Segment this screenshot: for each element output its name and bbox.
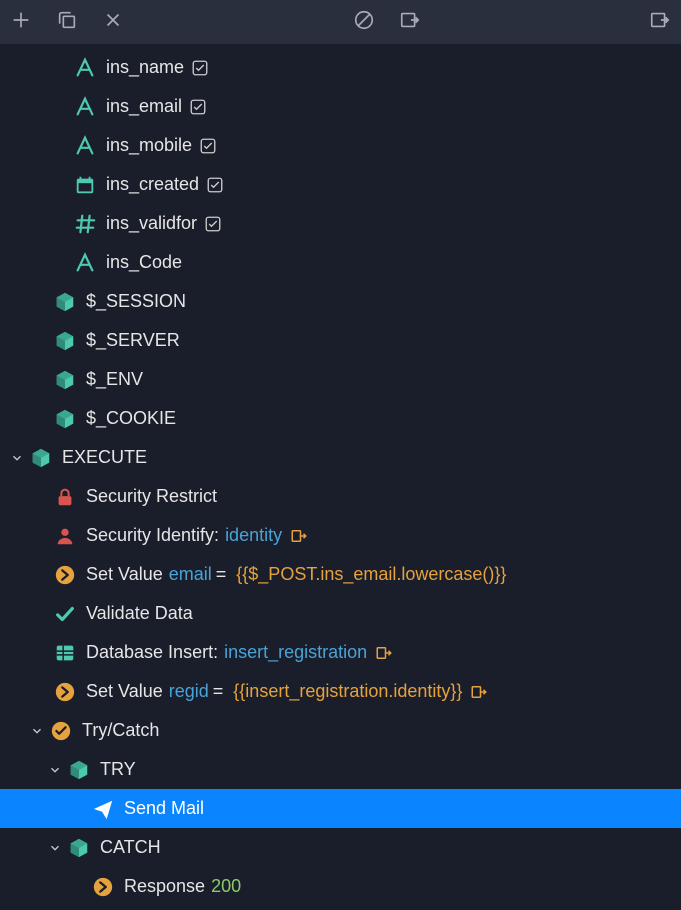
checkbox-icon[interactable]: [190, 58, 210, 78]
send-icon: [90, 796, 116, 822]
step-set-value[interactable]: Set Value regid = {{insert_registration.…: [0, 672, 681, 711]
text-icon: [72, 55, 98, 81]
cube-icon: [28, 445, 54, 471]
user-icon: [52, 523, 78, 549]
cancel-icon[interactable]: [353, 9, 375, 36]
global-label: $_SERVER: [86, 330, 180, 351]
output-icon: [375, 644, 393, 662]
text-icon: [72, 94, 98, 120]
execute-section[interactable]: EXECUTE: [0, 438, 681, 477]
step-response[interactable]: Response 200: [0, 867, 681, 906]
field-row[interactable]: ins_Code: [0, 243, 681, 282]
checkbox-icon[interactable]: [188, 97, 208, 117]
step-var: regid: [169, 681, 209, 702]
catch-label: CATCH: [100, 837, 161, 858]
check-circle-icon: [48, 718, 74, 744]
share-icon[interactable]: [649, 9, 671, 36]
step-security-identify[interactable]: Security Identify: identity: [0, 516, 681, 555]
field-label: ins_name: [106, 57, 184, 78]
arrow-circle-icon: [52, 562, 78, 588]
cube-icon: [52, 289, 78, 315]
execute-label: EXECUTE: [62, 447, 147, 468]
step-label: Set Value: [86, 681, 163, 702]
global-row[interactable]: $_SERVER: [0, 321, 681, 360]
chevron-down-icon[interactable]: [26, 720, 48, 742]
step-label: Database Insert:: [86, 642, 218, 663]
field-label: ins_mobile: [106, 135, 192, 156]
step-label: Send Mail: [124, 798, 204, 819]
cube-icon: [52, 406, 78, 432]
step-try-catch[interactable]: Try/Catch: [0, 711, 681, 750]
checkbox-icon[interactable]: [205, 175, 225, 195]
cube-icon: [52, 328, 78, 354]
global-label: $_SESSION: [86, 291, 186, 312]
global-row[interactable]: $_SESSION: [0, 282, 681, 321]
step-db-insert[interactable]: Database Insert: insert_registration: [0, 633, 681, 672]
step-label: Set Value: [86, 564, 163, 585]
field-row[interactable]: ins_created: [0, 165, 681, 204]
step-validate-data[interactable]: Validate Data: [0, 594, 681, 633]
checkbox-icon[interactable]: [198, 136, 218, 156]
toolbar: [0, 0, 681, 44]
arrow-circle-icon: [90, 874, 116, 900]
response-code: 200: [211, 876, 241, 897]
calendar-icon: [72, 172, 98, 198]
step-send-mail[interactable]: Send Mail: [0, 789, 681, 828]
database-icon: [52, 640, 78, 666]
hash-icon: [72, 211, 98, 237]
copy-icon[interactable]: [56, 9, 78, 36]
step-set-value[interactable]: Set Value email = {{$_POST.ins_email.low…: [0, 555, 681, 594]
close-icon[interactable]: [102, 9, 124, 36]
step-label: Response: [124, 876, 205, 897]
global-row[interactable]: $_COOKIE: [0, 399, 681, 438]
cube-icon: [66, 835, 92, 861]
step-expr: {{insert_registration.identity}}: [233, 681, 462, 702]
global-label: $_COOKIE: [86, 408, 176, 429]
global-label: $_ENV: [86, 369, 143, 390]
output-icon: [470, 683, 488, 701]
equals: =: [216, 564, 227, 585]
equals: =: [213, 681, 224, 702]
step-expr: {{$_POST.ins_email.lowercase()}}: [236, 564, 506, 585]
field-row[interactable]: ins_name: [0, 48, 681, 87]
try-section[interactable]: TRY: [0, 750, 681, 789]
checkbox-icon[interactable]: [203, 214, 223, 234]
check-icon: [52, 601, 78, 627]
catch-section[interactable]: CATCH: [0, 828, 681, 867]
try-label: TRY: [100, 759, 136, 780]
export-icon[interactable]: [399, 9, 421, 36]
field-row[interactable]: ins_email: [0, 87, 681, 126]
arrow-circle-icon: [52, 679, 78, 705]
output-icon: [290, 527, 308, 545]
chevron-down-icon[interactable]: [44, 759, 66, 781]
field-label: ins_validfor: [106, 213, 197, 234]
tree-root: ins_name ins_email ins_mobile ins_create…: [0, 44, 681, 910]
cube-icon: [66, 757, 92, 783]
step-value: identity: [225, 525, 282, 546]
step-label: Security Restrict: [86, 486, 217, 507]
step-security-restrict[interactable]: Security Restrict: [0, 477, 681, 516]
field-row[interactable]: ins_mobile: [0, 126, 681, 165]
global-row[interactable]: $_ENV: [0, 360, 681, 399]
chevron-down-icon[interactable]: [44, 837, 66, 859]
step-value: insert_registration: [224, 642, 367, 663]
text-icon: [72, 250, 98, 276]
field-row[interactable]: ins_validfor: [0, 204, 681, 243]
step-label: Security Identify:: [86, 525, 219, 546]
chevron-down-icon[interactable]: [6, 447, 28, 469]
text-icon: [72, 133, 98, 159]
field-label: ins_Code: [106, 252, 182, 273]
step-var: email: [169, 564, 212, 585]
cube-icon: [52, 367, 78, 393]
field-label: ins_email: [106, 96, 182, 117]
lock-icon: [52, 484, 78, 510]
step-label: Validate Data: [86, 603, 193, 624]
step-label: Try/Catch: [82, 720, 159, 741]
field-label: ins_created: [106, 174, 199, 195]
add-icon[interactable]: [10, 9, 32, 36]
